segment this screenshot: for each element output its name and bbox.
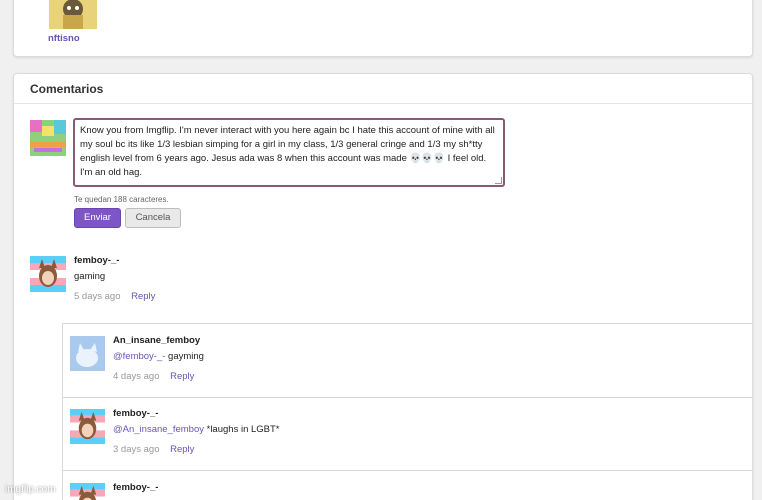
reply-link[interactable]: Reply bbox=[170, 371, 194, 382]
reply-time: 3 days ago bbox=[113, 444, 160, 455]
reply-body: *laughs in LGBT* bbox=[203, 424, 280, 435]
reply-divider bbox=[62, 470, 752, 471]
imgflip-watermark: imgflip.com bbox=[5, 484, 56, 495]
send-button[interactable]: Enviar bbox=[74, 208, 121, 228]
comment-textarea-value: Know you from Imgflip. I'm never interac… bbox=[80, 125, 495, 178]
reply-username[interactable]: femboy-_- bbox=[113, 408, 158, 419]
comments-title: Comentarios bbox=[14, 74, 752, 104]
comment-username[interactable]: femboy-_- bbox=[74, 255, 119, 266]
reply-meta: 4 days ago Reply bbox=[113, 371, 194, 382]
comment-avatar[interactable] bbox=[30, 256, 66, 292]
mention-link[interactable]: @An_insane_femboy bbox=[113, 424, 204, 435]
reply-time: 4 days ago bbox=[113, 371, 160, 382]
mention-link[interactable]: @femboy-_- bbox=[113, 351, 165, 362]
author-username[interactable]: nftisno bbox=[48, 33, 80, 44]
reply-username[interactable]: An_insane_femboy bbox=[113, 335, 200, 346]
reply-divider bbox=[62, 323, 752, 324]
reply-meta: 3 days ago Reply bbox=[113, 444, 194, 455]
author-avatar[interactable] bbox=[49, 0, 97, 29]
reply-link[interactable]: Reply bbox=[170, 444, 194, 455]
reply-username[interactable]: femboy-_- bbox=[113, 482, 158, 493]
reply-divider bbox=[62, 397, 752, 398]
reply-body: gayming bbox=[165, 351, 204, 362]
comment-meta: 5 days ago Reply bbox=[74, 291, 155, 302]
reply-text: @An_insane_femboy *laughs in LGBT* bbox=[113, 424, 280, 435]
my-avatar bbox=[30, 120, 66, 156]
chars-remaining: Te quedan 188 caracteres. bbox=[74, 195, 169, 204]
reply-text: @femboy-_- gayming bbox=[113, 351, 204, 362]
comment-text: gaming bbox=[74, 271, 106, 282]
cancel-button[interactable]: Cancela bbox=[125, 208, 181, 228]
reply-avatar[interactable] bbox=[70, 336, 105, 371]
comments-card: Comentarios Know you from Imgflip. I'm n… bbox=[13, 73, 753, 500]
reply-avatar[interactable] bbox=[70, 483, 105, 500]
textarea-resize-handle[interactable] bbox=[495, 177, 502, 184]
reply-avatar[interactable] bbox=[70, 409, 105, 444]
comment-time: 5 days ago bbox=[74, 291, 121, 302]
comment-textarea[interactable]: Know you from Imgflip. I'm never interac… bbox=[73, 118, 505, 187]
post-author-card: nftisno bbox=[13, 0, 753, 57]
reply-link[interactable]: Reply bbox=[131, 291, 155, 302]
reply-thread-line bbox=[62, 323, 63, 500]
